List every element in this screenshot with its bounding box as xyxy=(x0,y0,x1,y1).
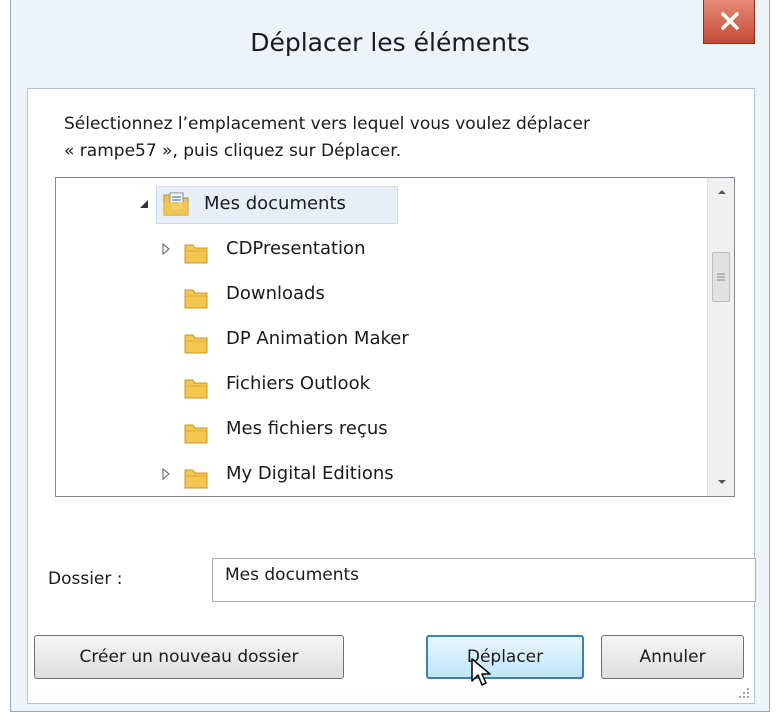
scroll-down-button[interactable] xyxy=(708,468,734,496)
create-new-folder-button[interactable]: Créer un nouveau dossier xyxy=(34,635,344,679)
scroll-down-arrow-icon xyxy=(717,480,726,484)
close-icon xyxy=(721,12,739,30)
move-button[interactable]: Déplacer xyxy=(426,635,584,679)
folder-tree[interactable]: Mes documents CDPresentation Downloads D… xyxy=(55,177,735,497)
tree-item[interactable]: My Digital Editions xyxy=(56,454,716,494)
documents-folder-icon xyxy=(162,191,190,217)
tree-item-label: Fichiers Outlook xyxy=(226,373,371,394)
tree-item-label: CDPresentation xyxy=(226,238,366,259)
instruction-line-1: Sélectionnez l’emplacement vers lequel v… xyxy=(64,114,590,134)
tree-item-label: DP Animation Maker xyxy=(226,328,409,349)
tree-item[interactable]: Downloads xyxy=(56,274,716,314)
expand-arrow-icon[interactable] xyxy=(158,229,174,269)
dialog-content: Sélectionnez l’emplacement vers lequel v… xyxy=(27,88,756,704)
expand-arrow-icon[interactable] xyxy=(158,454,174,494)
instruction-line-2: « rampe57 », puis cliquez sur Déplacer. xyxy=(64,141,402,161)
tree-item[interactable]: CDPresentation xyxy=(56,229,716,269)
tree-item-label: Mes documents xyxy=(204,193,346,214)
tree-item-label: Downloads xyxy=(226,283,325,304)
scroll-up-arrow-icon xyxy=(717,190,726,194)
tree-item[interactable]: Fichiers Outlook xyxy=(56,364,716,404)
folder-field-label: Dossier : xyxy=(48,569,123,589)
folder-icon xyxy=(184,464,208,489)
tree-item[interactable]: DP Animation Maker xyxy=(56,319,716,359)
tree-item-mes-documents[interactable]: Mes documents xyxy=(56,184,716,224)
grip-lines-icon xyxy=(717,273,725,281)
scroll-up-button[interactable] xyxy=(708,178,734,206)
tree-item[interactable]: Mes fichiers reçus xyxy=(56,409,716,449)
vertical-scrollbar[interactable] xyxy=(707,178,734,496)
folder-icon xyxy=(184,284,208,309)
folder-icon xyxy=(184,374,208,399)
tree-item-label: My Digital Editions xyxy=(226,463,394,484)
scroll-thumb[interactable] xyxy=(712,252,730,302)
move-items-dialog: Déplacer les éléments Sélectionnez l’emp… xyxy=(10,0,770,712)
folder-icon xyxy=(184,329,208,354)
instruction-text: Sélectionnez l’emplacement vers lequel v… xyxy=(64,111,724,165)
title-bar: Déplacer les éléments xyxy=(11,0,769,88)
resize-grip-icon[interactable] xyxy=(738,687,750,699)
cancel-button[interactable]: Annuler xyxy=(601,635,744,679)
folder-icon xyxy=(184,239,208,264)
folder-input[interactable] xyxy=(212,558,756,602)
mouse-pointer-icon xyxy=(471,658,491,686)
collapse-arrow-icon[interactable] xyxy=(136,184,152,224)
folder-icon xyxy=(184,419,208,444)
dialog-title: Déplacer les éléments xyxy=(250,28,530,57)
tree-item-label: Mes fichiers reçus xyxy=(226,418,388,439)
close-button[interactable] xyxy=(703,0,755,44)
